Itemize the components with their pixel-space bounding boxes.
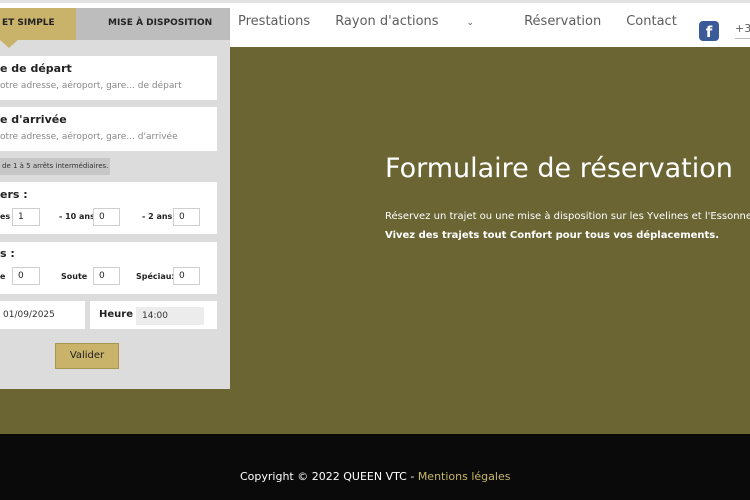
- hold-label: Soute: [61, 272, 88, 281]
- under-2-input[interactable]: 0: [173, 208, 200, 226]
- nav-link-contact[interactable]: Contact: [626, 14, 677, 29]
- tab-trajet-simple-label: ET SIMPLE: [2, 18, 55, 28]
- under-10-input[interactable]: 0: [93, 208, 120, 226]
- copyright-text: Copyright © 2022 QUEEN VTC -: [240, 470, 418, 483]
- depart-label: e de départ: [0, 62, 72, 75]
- time-input[interactable]: 14:00: [136, 307, 204, 325]
- nav-link-reservation[interactable]: Réservation: [524, 14, 601, 29]
- adults-label: es: [0, 212, 11, 221]
- hero-title: Formulaire de réservation: [385, 153, 733, 184]
- chevron-down-icon: ⌄: [466, 18, 475, 28]
- hero-description: Réservez un trajet ou une mise à disposi…: [385, 211, 750, 222]
- arrivee-label: e d'arrivée: [0, 113, 67, 126]
- tab-mise-a-disposition-label: MISE À DISPOSITION: [108, 18, 213, 28]
- active-tab-arrow: [0, 40, 18, 48]
- nav-link-prestations[interactable]: Prestations: [238, 14, 310, 29]
- time-label: Heure :: [99, 309, 141, 320]
- passengers-label: ers :: [0, 188, 28, 201]
- adults-input[interactable]: 1: [12, 208, 40, 226]
- main-nav: Prestations Rayon d'actions ⌄ Réservation…: [238, 14, 702, 29]
- special-input[interactable]: 0: [173, 267, 200, 285]
- submit-button[interactable]: Valider: [55, 343, 119, 369]
- luggage-label: s :: [0, 247, 15, 260]
- depart-address-input[interactable]: otre adresse, aéroport, gare... de dépar…: [0, 81, 182, 91]
- add-stops-button[interactable]: de 1 à 5 arrêts intermédiaires.: [0, 158, 110, 175]
- cabin-label: e: [0, 272, 6, 281]
- special-label: Spéciaux: [136, 272, 177, 281]
- footer-copyright: Copyright © 2022 QUEEN VTC - Mentions lé…: [240, 470, 510, 483]
- facebook-icon[interactable]: f: [699, 21, 719, 41]
- legal-notice-link[interactable]: Mentions légales: [418, 470, 511, 483]
- under-2-label: - 2 ans: [142, 212, 173, 221]
- phone-underline: [735, 38, 750, 39]
- arrivee-address-input[interactable]: otre adresse, aéroport, gare... d'arrivé…: [0, 132, 178, 142]
- under-10-label: - 10 ans: [59, 212, 95, 221]
- hero-tagline: Vivez des trajets tout Confort pour tous…: [385, 230, 720, 241]
- nav-link-rayon-actions-label: Rayon d'actions: [335, 14, 439, 29]
- cabin-input[interactable]: 0: [12, 267, 40, 285]
- hold-input[interactable]: 0: [93, 267, 120, 285]
- phone-number[interactable]: +33: [735, 22, 750, 35]
- nav-link-rayon-actions[interactable]: Rayon d'actions ⌄: [335, 14, 499, 29]
- footer: [0, 434, 750, 500]
- add-stops-label: de 1 à 5 arrêts intermédiaires.: [2, 162, 109, 170]
- date-input[interactable]: 01/09/2025: [3, 310, 55, 320]
